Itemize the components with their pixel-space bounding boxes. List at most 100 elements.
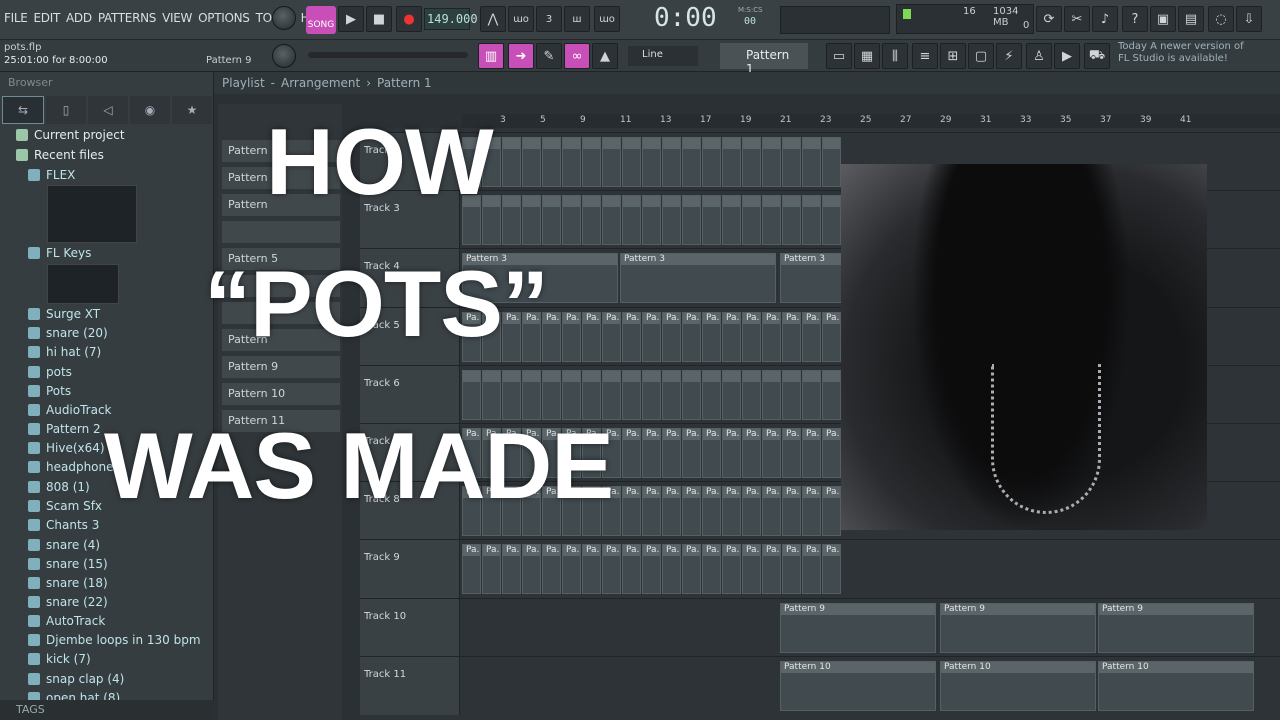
pattern-picker-item[interactable]: Pattern xyxy=(222,140,340,162)
tempo-display[interactable]: 149.000 xyxy=(424,8,478,30)
pattern-clip[interactable]: Pa..7 xyxy=(782,486,801,537)
pattern-clip[interactable]: Pa..5 xyxy=(522,311,541,362)
pattern-clip[interactable]: Pa..7 xyxy=(622,486,641,537)
pattern-clip[interactable] xyxy=(762,137,781,187)
menu-item[interactable]: PATTERNS xyxy=(98,11,157,25)
track-label[interactable]: Track 5 xyxy=(360,307,460,366)
pattern-clip[interactable]: Pa..6 xyxy=(582,428,601,478)
pattern-clip[interactable] xyxy=(662,369,681,420)
track-label[interactable]: Track 9 xyxy=(360,540,460,599)
browser-item[interactable]: kick (7) xyxy=(28,650,91,668)
pattern-clip[interactable]: Pa..8 xyxy=(542,544,561,595)
pattern-clip[interactable]: Pa..8 xyxy=(502,544,521,595)
microphone-icon[interactable]: ♪ xyxy=(1092,6,1118,32)
pattern-clip[interactable]: Pa..6 xyxy=(702,428,721,478)
pattern-picker-item[interactable]: Pattern xyxy=(222,167,340,189)
song-mode-toggle[interactable]: SONG xyxy=(306,6,336,34)
pattern-clip[interactable]: Pa..8 xyxy=(582,544,601,595)
pattern-clip[interactable] xyxy=(602,137,621,187)
pattern-clip[interactable] xyxy=(582,195,601,246)
pattern-clip[interactable] xyxy=(682,137,701,187)
pattern-clip[interactable]: Pattern 3 xyxy=(462,253,618,304)
pattern-picker-item[interactable]: Pattern 9 xyxy=(222,356,340,378)
pattern-clip[interactable] xyxy=(502,369,521,420)
song-position-slider[interactable] xyxy=(780,6,890,34)
browser-item[interactable]: snare (4) xyxy=(28,536,100,554)
wait-input-icon[interactable]: ɯo xyxy=(508,6,534,32)
pattern-clip[interactable]: Pa..7 xyxy=(762,486,781,537)
refresh-icon[interactable]: ⟳ xyxy=(1036,6,1062,32)
menu-item[interactable]: FILE xyxy=(4,11,28,25)
browser-item[interactable]: Chants 3 xyxy=(28,516,99,534)
menu-item[interactable]: EDIT xyxy=(34,11,61,25)
pattern-clip[interactable] xyxy=(802,195,821,246)
pattern-clip[interactable]: Pa..8 xyxy=(702,544,721,595)
pattern-clip[interactable]: Pa..8 xyxy=(782,544,801,595)
pattern-picker-item[interactable]: Pattern 10 xyxy=(222,383,340,405)
pattern-clip[interactable] xyxy=(562,137,581,187)
pattern-clip[interactable]: Pa..8 xyxy=(682,544,701,595)
pattern-clip[interactable]: Pa..7 xyxy=(502,486,521,537)
pattern-clip[interactable]: Pa..5 xyxy=(722,311,741,362)
pattern-clip[interactable]: Pa..6 xyxy=(682,428,701,478)
pattern-clip[interactable]: Pa..6 xyxy=(722,428,741,478)
playlist-breadcrumb-0[interactable]: Playlist xyxy=(222,76,265,90)
browser-item[interactable]: Hive(x64) xyxy=(28,439,105,457)
pattern-clip[interactable]: Pa..6 xyxy=(562,428,581,478)
hat-icon[interactable]: ▲ xyxy=(592,43,618,69)
playlist-breadcrumb-1[interactable]: Arrangement xyxy=(281,76,360,90)
pattern-clip[interactable]: Pa..6 xyxy=(822,428,841,478)
pattern-clip[interactable]: Pa..5 xyxy=(542,311,561,362)
pattern-clip[interactable]: Pa..7 xyxy=(722,486,741,537)
shop-icon[interactable]: ⛟ xyxy=(1084,43,1110,69)
pattern-clip[interactable]: Pa..5 xyxy=(482,311,501,362)
pattern-clip[interactable] xyxy=(642,137,661,187)
timeline-ruler[interactable]: 3 5 9 11 13 17 19 21 23 25 27 29 31 33 35 37 39 41 xyxy=(462,114,1280,128)
pattern-clip[interactable]: Pa..5 xyxy=(762,311,781,362)
browser-item[interactable]: headphones xyxy=(28,458,120,476)
pattern-clip[interactable] xyxy=(782,195,801,246)
browser-item[interactable]: snare (22) xyxy=(28,593,108,611)
pattern-clip[interactable] xyxy=(462,195,481,246)
pattern-clip[interactable]: Pa..7 xyxy=(642,486,661,537)
pattern-clip[interactable] xyxy=(582,137,601,187)
download-icon[interactable]: ⇩ xyxy=(1236,6,1262,32)
browser-item[interactable]: pots xyxy=(28,363,72,381)
pattern-clip[interactable] xyxy=(802,137,821,187)
pattern-clip[interactable]: Pa..6 xyxy=(782,428,801,478)
pattern-clip[interactable] xyxy=(722,137,741,187)
pattern-clip[interactable]: Pa..8 xyxy=(822,544,841,595)
pattern-clip[interactable]: Pa..7 xyxy=(662,486,681,537)
pattern-clip[interactable]: Pattern 10 xyxy=(1098,660,1254,711)
pattern-clip[interactable] xyxy=(682,195,701,246)
pattern-clip[interactable]: Pa..7 xyxy=(742,486,761,537)
browser-toggle-icon[interactable]: ▢ xyxy=(968,43,994,69)
pattern-clip[interactable]: Pa..8 xyxy=(602,544,621,595)
pattern-clip[interactable]: Pattern 10 xyxy=(780,660,936,711)
piano-roll-window-icon[interactable]: ≡ xyxy=(912,43,938,69)
pattern-clip[interactable]: Pa..5 xyxy=(622,311,641,362)
countdown-icon[interactable]: 3 xyxy=(536,6,562,32)
export-icon[interactable]: ▶ xyxy=(1054,43,1080,69)
pattern-clip[interactable] xyxy=(462,137,481,187)
pattern-clip[interactable]: Pa..6 xyxy=(642,428,661,478)
browser-item[interactable]: AutoTrack xyxy=(28,612,105,630)
pattern-clip[interactable]: Pa..5 xyxy=(662,311,681,362)
record-button[interactable]: ● xyxy=(396,6,422,32)
browser-item[interactable]: Pattern 2 xyxy=(28,420,101,438)
browser-item[interactable]: Pots xyxy=(28,382,71,400)
piano-roll-icon[interactable]: ▥ xyxy=(478,43,504,69)
pattern-clip[interactable] xyxy=(642,369,661,420)
mixer-icon[interactable]: ⫼ xyxy=(882,43,908,69)
pattern-clip[interactable] xyxy=(722,195,741,246)
pattern-clip[interactable]: Pa..8 xyxy=(802,544,821,595)
pattern-clip[interactable]: Pa..5 xyxy=(562,311,581,362)
pattern-picker-item[interactable] xyxy=(222,221,340,243)
browser-item[interactable]: Recent files xyxy=(16,146,104,164)
track-label[interactable]: Track 6 xyxy=(360,365,460,424)
pattern-clip[interactable]: Pattern 9 xyxy=(940,602,1096,653)
tools-icon[interactable]: ✂ xyxy=(1064,6,1090,32)
pattern-clip[interactable]: Pa..7 xyxy=(562,486,581,537)
pattern-clip[interactable]: Pa..8 xyxy=(742,544,761,595)
browser-item[interactable]: FL Keys xyxy=(28,244,91,262)
